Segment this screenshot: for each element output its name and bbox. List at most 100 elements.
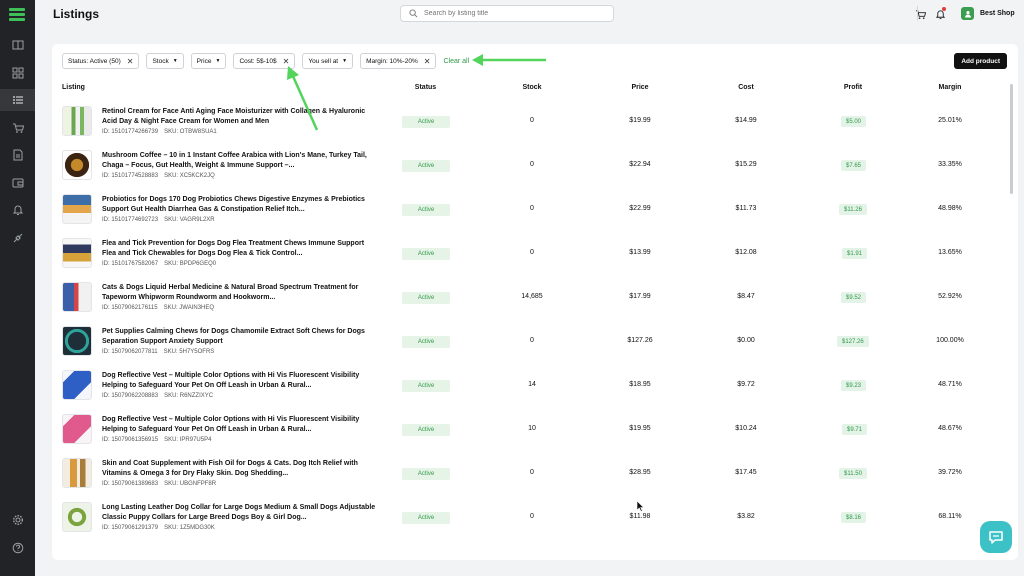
price-value: $22.99 [629,205,651,212]
price-value: $11.98 [629,513,651,520]
table-row[interactable]: Flea and Tick Prevention for Dogs Dog Fl… [52,234,1018,278]
listing-title[interactable]: Flea and Tick Prevention for Dogs Dog Fl… [102,239,377,258]
price-value: $19.99 [629,117,651,124]
sidebar-item-help[interactable] [0,537,35,559]
listing-title[interactable]: Mushroom Coffee – 10 in 1 Instant Coffee… [102,151,377,170]
status-badge: Active [402,468,450,480]
listing-title[interactable]: Retinol Cream for Face Anti Aging Face M… [102,107,377,126]
listing-meta: ID: 15101767582067 SKU: BPDP6GEQ0 [102,261,216,267]
cost-value: $3.82 [737,513,755,520]
product-thumbnail [62,282,92,312]
listing-title[interactable]: Dog Reflective Vest – Multiple Color Opt… [102,415,377,434]
listing-meta: ID: 15101774266739 SKU: OTBW8SUA1 [102,129,217,135]
close-icon[interactable]: ✕ [127,57,134,66]
sidebar-item-integrations[interactable] [0,227,35,249]
add-product-button[interactable]: Add product [954,53,1007,69]
table-row[interactable]: Dog Reflective Vest – Multiple Color Opt… [52,410,1018,454]
filter-dropdown-price[interactable]: Price ▼ [190,53,227,69]
close-icon[interactable]: ✕ [424,57,431,66]
column-header-stock[interactable]: Stock [507,84,557,91]
filter-chip-margin[interactable]: Margin: 10%-20% ✕ [360,53,437,69]
listing-sku: SKU: BPDP6GEQ0 [164,261,217,267]
table-row[interactable]: Skin and Coat Supplement with Fish Oil f… [52,454,1018,498]
chat-support-button[interactable] [980,521,1012,553]
table-row[interactable]: Retinol Cream for Face Anti Aging Face M… [52,102,1018,146]
column-header-cost[interactable]: Cost [720,84,772,91]
product-thumbnail [62,414,92,444]
table-row[interactable]: Mushroom Coffee – 10 in 1 Instant Coffee… [52,146,1018,190]
gear-icon [12,514,23,526]
listing-id: ID: 15101774528883 [102,173,159,179]
filter-chip-label: Margin: 10%-20% [366,57,418,65]
sidebar-item-documents[interactable] [0,144,35,166]
column-header-price[interactable]: Price [612,84,668,91]
listing-title[interactable]: Dog Reflective Vest – Multiple Color Opt… [102,371,377,390]
listing-meta: ID: 15101774528883 SKU: XC5KCK2JQ [102,173,215,179]
price-value: $19.95 [629,425,651,432]
listing-sku: SKU: UBGNFPF8R [164,481,217,487]
listing-title[interactable]: Cats & Dogs Liquid Herbal Medicine & Nat… [102,283,377,302]
price-value: $127.26 [627,337,653,344]
search-bar[interactable] [400,5,614,22]
table-row[interactable]: Pet Supplies Calming Chews for Dogs Cham… [52,322,1018,366]
cost-value: $8.47 [737,293,755,300]
column-header-margin[interactable]: Margin [928,84,972,91]
listing-title[interactable]: Skin and Coat Supplement with Fish Oil f… [102,459,377,478]
table-scrollbar[interactable] [1010,84,1013,194]
product-thumbnail [62,106,92,136]
shop-switcher[interactable]: Best Shop [961,7,1015,20]
sidebar-item-listings[interactable] [0,89,35,111]
table-row[interactable]: Cats & Dogs Liquid Herbal Medicine & Nat… [52,278,1018,322]
notifications-button[interactable] [932,6,948,22]
listing-title[interactable]: Long Lasting Leather Dog Collar for Larg… [102,503,377,522]
chat-icon [989,531,1003,544]
help-icon [12,542,23,554]
wallet-icon [12,178,23,188]
status-badge: Active [402,116,450,128]
listing-sku: SKU: 1Z5MDG30K [164,525,215,531]
sidebar-item-dashboard[interactable] [0,34,35,56]
listing-id: ID: 15101767582067 [102,261,159,267]
sidebar-item-grid[interactable] [0,62,35,84]
profit-badge: $5.00 [841,116,867,127]
logo-icon[interactable] [9,8,25,22]
column-header-profit[interactable]: Profit [823,84,883,91]
product-thumbnail [62,370,92,400]
margin-value: 13.65% [938,249,962,256]
filter-chip-cost[interactable]: Cost: 5$-10$ ✕ [233,53,296,69]
profit-badge: $1.91 [842,248,868,259]
mouse-cursor-icon [637,501,645,512]
grid-icon [12,67,23,79]
page-title: Listings [53,7,100,21]
sidebar-item-notifications[interactable] [0,199,35,221]
table-row[interactable]: Probiotics for Dogs 170 Dog Probiotics C… [52,190,1018,234]
margin-value: 52.92% [938,293,962,300]
book-icon [12,40,23,50]
listing-sku: SKU: XC5KCK2JQ [164,173,215,179]
column-header-status[interactable]: Status [400,84,451,91]
listing-title[interactable]: Pet Supplies Calming Chews for Dogs Cham… [102,327,377,346]
filter-chip-status[interactable]: Status: Active (50) ✕ [62,53,140,69]
stock-value: 0 [530,469,534,476]
sidebar-item-wallet[interactable] [0,172,35,194]
table-row[interactable]: Long Lasting Leather Dog Collar for Larg… [52,498,1018,542]
clear-all-link[interactable]: Clear all [443,58,469,65]
listing-title[interactable]: Probiotics for Dogs 170 Dog Probiotics C… [102,195,377,214]
sidebar-item-cart[interactable] [0,117,35,139]
cart-button[interactable] [912,6,928,22]
status-badge: Active [402,380,450,392]
search-icon [409,9,418,18]
table-row[interactable]: Dog Reflective Vest – Multiple Color Opt… [52,366,1018,410]
close-icon[interactable]: ✕ [283,57,290,66]
filter-dropdown-you-sell-at[interactable]: You sell at ▼ [302,53,354,69]
margin-value: 39.72% [938,469,962,476]
status-badge: Active [402,204,450,216]
column-header-listing[interactable]: Listing [62,84,85,91]
search-input[interactable] [424,10,604,17]
filter-chip-label: Status: Active (50) [68,57,121,65]
list-icon [12,96,23,104]
cost-value: $0.00 [737,337,755,344]
status-badge: Active [402,160,450,172]
sidebar-item-settings[interactable] [0,509,35,531]
filter-dropdown-stock[interactable]: Stock ▼ [146,53,184,69]
